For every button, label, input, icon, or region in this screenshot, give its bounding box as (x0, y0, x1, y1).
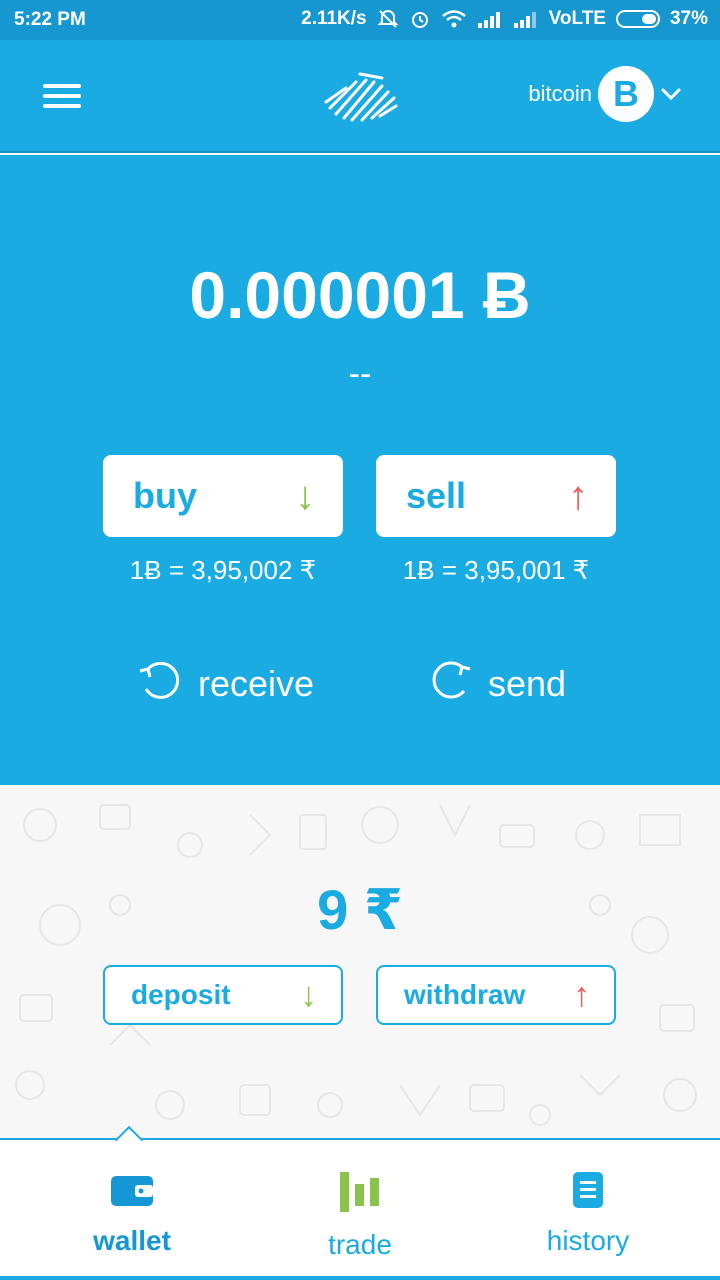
mute-alarm-icon (377, 8, 399, 30)
deposit-label: deposit (131, 979, 231, 1010)
document-icon (571, 1170, 605, 1215)
sell-label: sell (406, 475, 467, 516)
wifi-icon (441, 9, 467, 29)
signal-icon-2 (513, 10, 539, 28)
fiat-value: -- (348, 355, 372, 393)
deposit-button[interactable]: deposit ↓ (103, 965, 343, 1025)
buy-button[interactable]: buy ↓ (103, 455, 343, 537)
alarm-icon (409, 8, 431, 30)
network-speed: 2.11K/s (301, 8, 367, 29)
tab-history-label: history (546, 1225, 630, 1256)
tab-trade-label: trade (328, 1229, 392, 1260)
buy-label: buy (133, 475, 198, 516)
arrow-down-icon: ↓ (300, 975, 317, 1014)
bitcoin-icon: B (598, 66, 654, 122)
battery-level: 37% (669, 8, 708, 29)
status-time: 5:22 PM (14, 9, 86, 30)
send-label: send (488, 662, 567, 704)
inr-section: 9 ₹ deposit ↓ withdraw ↑ (0, 785, 720, 1138)
send-button[interactable]: send (430, 655, 566, 712)
app-bar: bitcoin B (0, 40, 720, 153)
tab-wallet[interactable]: wallet (52, 1170, 212, 1257)
tab-wallet-label: wallet (93, 1225, 171, 1256)
bottom-divider (0, 1276, 720, 1280)
battery-icon (615, 10, 660, 28)
arrow-up-icon: ↑ (573, 975, 590, 1014)
doodle-pattern (15, 804, 697, 1126)
sell-rate: 1Ƀ = 3,95,001 ₹ (402, 555, 590, 585)
receive-button[interactable]: receive (136, 655, 314, 712)
receive-label: receive (198, 662, 315, 704)
sell-button[interactable]: sell ↑ (376, 455, 616, 537)
buy-rate: 1Ƀ = 3,95,002 ₹ (129, 555, 317, 585)
tab-trade[interactable]: trade (280, 1170, 440, 1261)
inr-balance: 9 ₹ (317, 878, 403, 941)
status-bar: 5:22 PM 2.11K/s VoLTE 37% (0, 0, 720, 40)
btc-balance: 0.000001 Ƀ (189, 258, 531, 332)
withdraw-button[interactable]: withdraw ↑ (376, 965, 616, 1025)
menu-button[interactable] (40, 80, 84, 112)
wallet-icon (109, 1170, 155, 1215)
receive-icon (136, 655, 184, 712)
bar-chart-icon (338, 1170, 382, 1219)
bitcoin-symbol: B (613, 73, 639, 114)
currency-label: bitcoin (528, 81, 592, 106)
currency-selector[interactable]: bitcoin B (528, 66, 682, 122)
network-type: VoLTE (548, 8, 606, 29)
wallet-hero: 0.000001 Ƀ -- buy ↓ sell ↑ 1Ƀ = 3,95,002… (0, 155, 720, 785)
tab-history[interactable]: history (508, 1170, 668, 1257)
arrow-up-icon: ↑ (568, 473, 588, 518)
withdraw-label: withdraw (404, 979, 526, 1010)
zebra-logo (320, 66, 400, 129)
send-icon (430, 655, 474, 712)
bottom-tab-bar: wallet trade history (0, 1125, 720, 1280)
chevron-down-icon (660, 81, 682, 107)
signal-icon (477, 10, 503, 28)
arrow-down-icon: ↓ (295, 473, 315, 518)
